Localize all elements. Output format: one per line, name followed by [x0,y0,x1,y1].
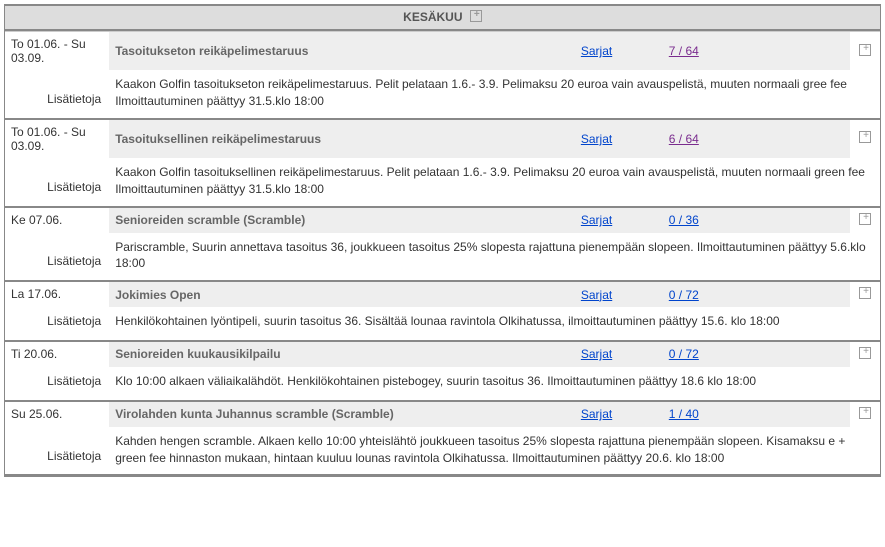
empty-cell [810,401,850,427]
expand-icon[interactable] [859,347,871,359]
month-title: KESÄKUU [403,10,462,24]
participants-link[interactable]: 1 / 40 [669,407,699,421]
month-header: KESÄKUU [5,6,880,31]
empty-cell [810,281,850,307]
detail-label: Lisätietoja [5,307,109,341]
series-link[interactable]: Sarjat [581,288,612,302]
detail-label: Lisätietoja [5,70,109,119]
events-table: To 01.06. - Su 03.09.Tasoitukseton reikä… [5,31,880,476]
event-detail-row: LisätietojaKaakon Golfin tasoitukseton r… [5,70,880,119]
participants-link[interactable]: 7 / 64 [669,44,699,58]
event-detail-row: LisätietojaKahden hengen scramble. Alkae… [5,427,880,476]
event-name: Virolahden kunta Juhannus scramble (Scra… [109,401,575,427]
event-name: Senioreiden scramble (Scramble) [109,207,575,233]
event-title-row: La 17.06.Jokimies Open Sarjat 0 / 72 [5,281,880,307]
empty-cell [769,341,809,367]
expand-icon[interactable] [859,287,871,299]
empty-cell [729,401,769,427]
count-cell: 0 / 36 [639,207,729,233]
expand-cell [850,32,880,71]
event-title-row: Ti 20.06.Senioreiden kuukausikilpailu Sar… [5,341,880,367]
expand-cell [850,119,880,158]
detail-text: Pariscramble, Suurin annettava tasoitus … [109,233,880,282]
expand-cell [850,341,880,367]
expand-cell [850,207,880,233]
event-detail-row: LisätietojaKaakon Golfin tasoitukselline… [5,158,880,207]
event-title-row: Ke 07.06.Senioreiden scramble (Scramble)… [5,207,880,233]
empty-cell [769,32,809,71]
event-title-row: Su 25.06.Virolahden kunta Juhannus scram… [5,401,880,427]
event-date: Ti 20.06. [5,341,109,367]
series-cell: Sarjat [575,32,639,71]
event-detail-row: LisätietojaPariscramble, Suurin annettav… [5,233,880,282]
detail-label: Lisätietoja [5,158,109,207]
series-cell: Sarjat [575,281,639,307]
empty-cell [810,207,850,233]
empty-cell [729,119,769,158]
series-link[interactable]: Sarjat [581,347,612,361]
series-link[interactable]: Sarjat [581,132,612,146]
empty-cell [769,119,809,158]
empty-cell [810,341,850,367]
empty-cell [729,341,769,367]
detail-text: Klo 10:00 alkaen väliaikalähdöt. Henkilö… [109,367,880,401]
event-detail-row: LisätietojaHenkilökohtainen lyöntipeli, … [5,307,880,341]
participants-link[interactable]: 0 / 36 [669,213,699,227]
detail-text: Henkilökohtainen lyöntipeli, suurin taso… [109,307,880,341]
series-cell: Sarjat [575,119,639,158]
empty-cell [810,32,850,71]
event-detail-row: LisätietojaKlo 10:00 alkaen väliaikalähd… [5,367,880,401]
participants-link[interactable]: 0 / 72 [669,347,699,361]
expand-cell [850,281,880,307]
count-cell: 0 / 72 [639,281,729,307]
empty-cell [769,207,809,233]
series-link[interactable]: Sarjat [581,44,612,58]
detail-text: Kahden hengen scramble. Alkaen kello 10:… [109,427,880,476]
series-cell: Sarjat [575,207,639,233]
event-date: To 01.06. - Su 03.09. [5,119,109,158]
empty-cell [729,207,769,233]
detail-text: Kaakon Golfin tasoituksellinen reikäpeli… [109,158,880,207]
series-link[interactable]: Sarjat [581,407,612,421]
count-cell: 7 / 64 [639,32,729,71]
expand-icon[interactable] [859,213,871,225]
expand-cell [850,401,880,427]
event-date: La 17.06. [5,281,109,307]
count-cell: 6 / 64 [639,119,729,158]
event-date: Su 25.06. [5,401,109,427]
count-cell: 0 / 72 [639,341,729,367]
empty-cell [769,401,809,427]
expand-icon[interactable] [859,131,871,143]
expand-month-icon[interactable] [470,10,482,25]
event-name: Tasoitukseton reikäpelimestaruus [109,32,575,71]
detail-text: Kaakon Golfin tasoitukseton reikäpelimes… [109,70,880,119]
expand-icon[interactable] [859,44,871,56]
detail-label: Lisätietoja [5,367,109,401]
participants-link[interactable]: 6 / 64 [669,132,699,146]
event-name: Tasoituksellinen reikäpelimestaruus [109,119,575,158]
expand-icon[interactable] [859,407,871,419]
detail-label: Lisätietoja [5,427,109,476]
event-date: Ke 07.06. [5,207,109,233]
calendar-container: KESÄKUU To 01.06. - Su 03.09.Tasoitukset… [4,4,881,477]
series-cell: Sarjat [575,341,639,367]
count-cell: 1 / 40 [639,401,729,427]
empty-cell [729,281,769,307]
empty-cell [769,281,809,307]
detail-label: Lisätietoja [5,233,109,282]
event-title-row: To 01.06. - Su 03.09.Tasoitukseton reikä… [5,32,880,71]
participants-link[interactable]: 0 / 72 [669,288,699,302]
empty-cell [729,32,769,71]
series-cell: Sarjat [575,401,639,427]
event-name: Senioreiden kuukausikilpailu [109,341,575,367]
empty-cell [810,119,850,158]
event-date: To 01.06. - Su 03.09. [5,32,109,71]
series-link[interactable]: Sarjat [581,213,612,227]
event-title-row: To 01.06. - Su 03.09.Tasoituksellinen re… [5,119,880,158]
event-name: Jokimies Open [109,281,575,307]
